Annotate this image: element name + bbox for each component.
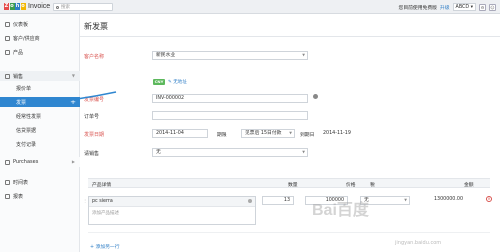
clear-icon[interactable]: [248, 199, 252, 203]
customer-value: 新民水业: [156, 53, 176, 58]
sidebar-group-label: Purchases: [13, 159, 39, 165]
due-date-label: 到期日: [300, 133, 315, 138]
item-name[interactable]: pc sierra: [89, 197, 255, 207]
terms-value: 见票后 15日付款: [245, 131, 282, 136]
salesperson-label: 请销售: [84, 151, 100, 157]
logo-letter: o: [9, 3, 15, 10]
chevron-down-icon: ▼: [302, 150, 305, 154]
invoice-no-input[interactable]: INV-000002: [152, 94, 308, 103]
order-no-label: 订单号: [84, 114, 100, 120]
sidebar-item-credit-notes[interactable]: 信贷票据: [0, 125, 80, 135]
sidebar-item-dashboard[interactable]: 仪表板: [0, 19, 80, 29]
trial-text: 您目前使用免费版: [398, 5, 437, 11]
col-price: 价格: [346, 183, 356, 188]
app-name: Invoice: [28, 3, 51, 10]
customer-select[interactable]: 新民水业 ▼: [152, 51, 308, 60]
sidebar-item-contacts[interactable]: 客户/供应商: [0, 33, 80, 43]
sidebar-item-products[interactable]: 产品: [0, 47, 80, 57]
settings-icon[interactable]: ⚙: [479, 3, 486, 11]
cart-icon: [5, 73, 10, 79]
app-logo[interactable]: Z o h o Invoice: [4, 3, 50, 10]
search-input[interactable]: 搜索: [53, 3, 113, 11]
qty-input[interactable]: 13: [262, 196, 294, 205]
org-dropdown[interactable]: ABCD ▾: [452, 3, 476, 11]
col-tax: 税: [370, 183, 375, 188]
due-date-value: 2014-11-19: [323, 131, 351, 136]
sidebar-item-timesheet[interactable]: 时间表: [0, 177, 80, 187]
gear-icon[interactable]: [313, 94, 318, 99]
sidebar-item-reports[interactable]: 报表: [0, 191, 80, 201]
top-right-area: 您目前使用免费版 升级 ABCD ▾ ⚙ ☺: [399, 3, 496, 11]
sidebar-item-label: 产品: [13, 49, 24, 56]
col-amount: 金额: [464, 183, 474, 188]
reports-icon: [5, 193, 10, 199]
col-detail: 产品详情: [92, 183, 112, 188]
sidebar-item-label: 报价单: [16, 85, 32, 92]
no-address-link[interactable]: ✎ 无地址: [168, 79, 187, 85]
logo-letter: h: [15, 3, 20, 10]
logo-letter: Z: [4, 3, 9, 10]
chevron-down-icon: ▼: [289, 131, 292, 135]
sidebar-item-label: 报表: [13, 193, 24, 200]
chevron-down-icon: ▼: [404, 198, 407, 202]
purchase-icon: [5, 159, 10, 165]
sidebar-item-label: 仪表板: [13, 21, 29, 28]
terms-select[interactable]: 见票后 15日付款 ▼: [241, 129, 295, 138]
item-card[interactable]: pc sierra 添加产品描述: [88, 196, 256, 225]
sidebar-item-payments[interactable]: 支付记录: [0, 139, 80, 149]
currency-badge: CNY: [153, 79, 165, 85]
sidebar: 仪表板 客户/供应商 产品 销售 ▼ 报价单 发票 + 经常性发票 信贷票据 支…: [0, 14, 80, 252]
invoice-date-input[interactable]: 2014-11-04: [152, 129, 208, 138]
add-row-link[interactable]: + 添加另一行: [90, 243, 120, 250]
item-description[interactable]: 添加产品描述: [92, 210, 119, 216]
chevron-down-icon: ▼: [71, 73, 75, 78]
sidebar-item-label: 经常性发票: [16, 113, 42, 120]
watermark: Bai百度: [312, 202, 369, 219]
salesperson-select[interactable]: 无 ▼: [152, 148, 308, 157]
col-qty: 数量: [288, 183, 298, 188]
top-bar: Z o h o Invoice 搜索 您目前使用免费版 升级 ABCD ▾ ⚙ …: [0, 0, 500, 14]
salesperson-value: 无: [156, 150, 161, 155]
items-table-header: 产品详情 数量 价格 税 金额: [88, 178, 490, 188]
dashboard-icon: [5, 21, 10, 27]
chevron-right-icon: ▶: [71, 159, 75, 164]
order-no-input[interactable]: [152, 111, 308, 120]
sidebar-item-label: 支付记录: [16, 141, 37, 148]
amount-value: 1300000.00: [434, 197, 463, 202]
terms-label: 期限: [217, 133, 227, 138]
page-title: 新发票: [84, 22, 108, 31]
sidebar-item-label: 信贷票据: [16, 127, 37, 134]
main-content: 新发票 客户名称 新民水业 ▼ CNY ✎ 无地址 发票编号 INV-00000…: [80, 14, 500, 252]
contacts-icon: [5, 35, 10, 41]
delete-row-icon[interactable]: ×: [486, 196, 492, 202]
watermark-sub: jingyan.baidu.com: [395, 240, 442, 246]
sidebar-group-label: 销售: [13, 73, 24, 80]
sidebar-group-sales[interactable]: 销售 ▼: [0, 71, 80, 81]
customer-label: 客户名称: [84, 54, 105, 60]
timesheet-icon: [5, 179, 10, 185]
search-icon: [56, 5, 59, 9]
pencil-icon: ✎: [168, 80, 172, 85]
sidebar-item-label: 时间表: [13, 179, 29, 186]
sidebar-item-recurring[interactable]: 经常性发票: [0, 111, 80, 121]
sidebar-item-label: 客户/供应商: [13, 35, 40, 42]
no-address-text: 无地址: [173, 80, 187, 85]
sidebar-group-purchases[interactable]: Purchases ▶: [0, 157, 80, 167]
annotation-arrow: [40, 91, 117, 106]
invoice-date-label: 发票日期: [84, 132, 105, 138]
sidebar-item-label: 发票: [16, 99, 27, 106]
product-icon: [5, 49, 10, 55]
search-placeholder: 搜索: [61, 5, 70, 10]
chevron-down-icon: ▼: [302, 53, 305, 57]
user-icon[interactable]: ☺: [489, 3, 496, 11]
upgrade-link[interactable]: 升级: [440, 4, 450, 11]
logo-letter: o: [20, 3, 26, 10]
divider: [80, 36, 500, 37]
